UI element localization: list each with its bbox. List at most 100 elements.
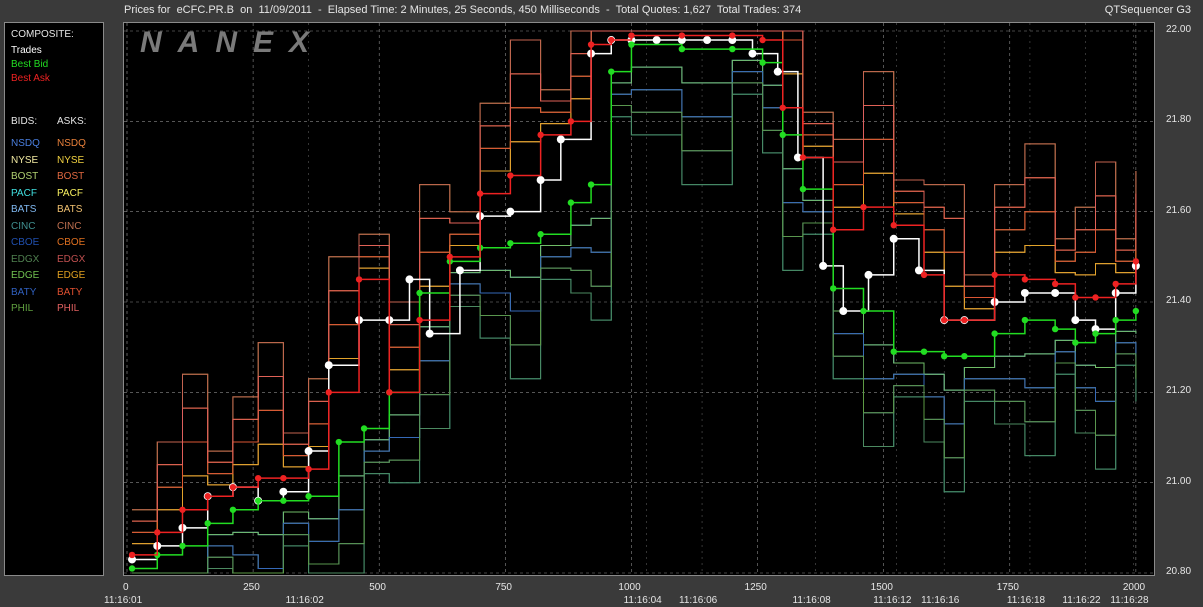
point-best-bid (335, 438, 343, 446)
x-tick-label: 1500 (870, 582, 893, 593)
quote-line-nsdq (132, 30, 1137, 545)
legend-composite-title: COMPOSITE: (11, 29, 74, 40)
x-tick-label: 1750 (996, 582, 1019, 593)
legend-bid-cinc: CINC (11, 220, 36, 232)
point-trades (1020, 288, 1029, 297)
legend-bid-edgx: EDGX (11, 253, 40, 265)
quote-line-edge (132, 59, 1137, 574)
point-best-ask (537, 131, 544, 139)
quote-line-edge (132, 30, 1137, 545)
point-best-bid (799, 185, 807, 193)
time-tick-label: 11:16:18 (1006, 595, 1046, 606)
point-trades (455, 266, 464, 275)
legend-bid-edge: EDGE (11, 270, 40, 281)
point-best-ask (355, 276, 363, 283)
point-best-bid (759, 59, 766, 66)
point-best-ask (280, 474, 287, 482)
point-best-ask (991, 271, 998, 279)
point-trades (864, 270, 873, 279)
point-best-bid (961, 353, 968, 360)
quote-line-edgx (132, 30, 1137, 511)
legend-ask-baty: BATY (57, 286, 83, 298)
point-best-ask (860, 203, 867, 211)
point-trades (773, 67, 782, 76)
legend-panel: COMPOSITE: Trades Best Bid Best Ask BIDS… (4, 22, 104, 576)
y-tick-label: 21.20 (1166, 385, 1192, 397)
point-best-ask (678, 32, 686, 39)
point-best-bid (229, 506, 237, 513)
quote-line-cboe (132, 30, 1137, 522)
legend-ask-cinc: CINC (57, 220, 82, 232)
point-best-bid (128, 565, 136, 572)
legend-bid-baty: BATY (11, 286, 37, 298)
point-best-ask (325, 389, 332, 396)
point-best-ask (1092, 294, 1099, 301)
point-trades (1071, 316, 1080, 325)
y-tick-label: 20.80 (1166, 566, 1192, 577)
point-best-bid (360, 425, 368, 432)
point-best-ask (567, 118, 575, 125)
point-best-ask (416, 316, 423, 324)
point-trades (425, 329, 434, 338)
x-tick-label: 250 (243, 582, 260, 593)
legend-bid-nyse: NYSE (11, 154, 39, 166)
point-best-ask (305, 465, 312, 473)
point-best-ask (1051, 280, 1059, 288)
point-best-ask (1112, 280, 1119, 288)
point-best-ask (128, 551, 136, 559)
point-best-ask (940, 316, 948, 324)
time-tick-label: 11:16:02 (285, 595, 324, 606)
point-best-bid (628, 41, 635, 48)
point-best-ask (1021, 276, 1029, 283)
point-best-bid (1112, 316, 1119, 324)
time-tick-label: 11:16:04 (623, 595, 662, 606)
point-best-ask (386, 389, 393, 396)
legend-bids-title: BIDS: (11, 116, 38, 127)
point-best-bid (179, 542, 186, 550)
quote-line-baty (132, 30, 1137, 533)
x-tick-label: 0 (123, 582, 129, 593)
point-best-ask (961, 316, 968, 324)
legend-asks-title: ASKS: (57, 116, 87, 127)
point-best-bid (1132, 307, 1140, 315)
chart-area: NANEX (123, 22, 1155, 576)
point-best-ask (446, 253, 454, 261)
point-best-bid (1021, 316, 1029, 324)
quote-line-phil (132, 30, 1137, 522)
time-tick-label: 11:16:01 (104, 595, 143, 606)
point-trades (279, 487, 288, 496)
point-best-bid (507, 240, 514, 247)
point-best-bid (860, 307, 867, 315)
quote-line-bats (132, 30, 1137, 545)
point-best-ask (830, 226, 837, 233)
point-best-bid (537, 231, 544, 238)
point-best-bid (1092, 330, 1099, 337)
y-tick-label: 21.00 (1166, 475, 1192, 487)
point-best-ask (254, 474, 262, 482)
legend-ask-bost: BOST (57, 171, 85, 182)
y-tick-label: 21.60 (1166, 204, 1192, 216)
point-best-ask (729, 32, 736, 39)
point-best-bid (890, 348, 897, 355)
point-best-bid (830, 285, 837, 292)
point-best-bid (729, 45, 736, 53)
point-best-bid (280, 497, 287, 504)
point-best-ask (799, 154, 807, 161)
x-tick-label: 750 (495, 582, 512, 593)
point-trades (304, 447, 313, 456)
app-name: QTSequencer G3 (1104, 4, 1191, 16)
point-trades (652, 36, 661, 45)
point-best-ask (154, 529, 161, 536)
point-trades (536, 176, 545, 185)
legend-ask-pacf: PACF (57, 187, 83, 199)
legend-bid-bats: BATS (11, 204, 37, 215)
point-trades (889, 234, 898, 243)
point-best-ask (587, 41, 595, 48)
point-best-ask (204, 493, 211, 500)
point-best-bid (1072, 339, 1079, 346)
point-best-bid (991, 330, 998, 337)
quote-line-pacf (132, 30, 1137, 511)
point-best-ask (476, 190, 484, 197)
time-tick-label: 11:16:08 (792, 595, 831, 606)
point-best-bid (587, 181, 595, 188)
